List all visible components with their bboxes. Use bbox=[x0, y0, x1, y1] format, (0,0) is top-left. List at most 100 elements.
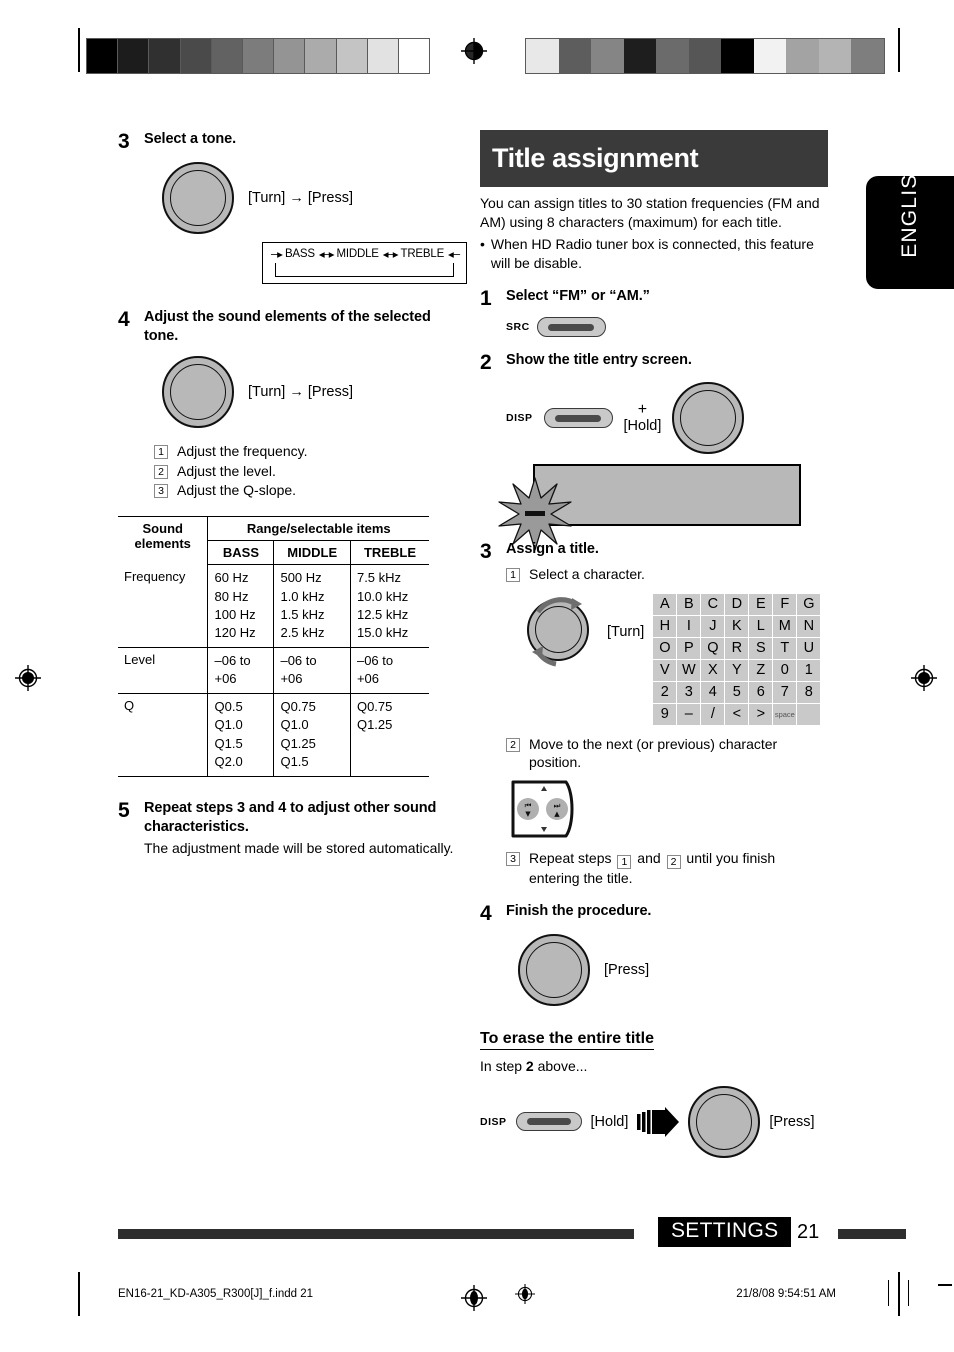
char-cell-G[interactable]: G bbox=[797, 593, 821, 615]
char-cell-3[interactable]: 3 bbox=[677, 681, 701, 703]
char-cell->[interactable]: > bbox=[749, 703, 773, 725]
char-cell-B[interactable]: B bbox=[677, 593, 701, 615]
step-3-title: Assign a title. bbox=[506, 541, 599, 558]
cell-value: –06 to bbox=[356, 652, 394, 668]
char-cell-N[interactable]: N bbox=[797, 615, 821, 637]
control-knob-icon bbox=[688, 1085, 761, 1158]
char-cell-L[interactable]: L bbox=[749, 615, 773, 637]
char-cell-1[interactable]: 1 bbox=[797, 659, 821, 681]
cell-value: 1.0 kHz bbox=[280, 588, 325, 604]
char-cell-<[interactable]: < bbox=[725, 703, 749, 725]
substep-text: Move to the next (or previous) character… bbox=[529, 735, 778, 771]
char-cell-4[interactable]: 4 bbox=[701, 681, 725, 703]
row-label: Frequency bbox=[118, 564, 208, 648]
substep-text: Repeat steps 1 and 2 until you finish en… bbox=[529, 849, 828, 888]
table-cell: Q0.75 Q1.0 Q1.25 Q1.5 bbox=[273, 693, 351, 777]
crop-mark-tr-v bbox=[898, 28, 900, 72]
char-cell-P[interactable]: P bbox=[677, 637, 701, 659]
control-knob-icon bbox=[672, 382, 745, 455]
bullet-dot: • bbox=[480, 235, 485, 252]
crop-mark-tl-v bbox=[78, 28, 80, 72]
char-cell-U[interactable]: U bbox=[797, 637, 821, 659]
char-cell-7[interactable]: 7 bbox=[773, 681, 797, 703]
char-cell-8[interactable]: 8 bbox=[797, 681, 821, 703]
step-1-number: 1 bbox=[480, 287, 492, 311]
char-cell-2[interactable]: 2 bbox=[653, 681, 677, 703]
table-cell: 500 Hz 1.0 kHz 1.5 kHz 2.5 kHz bbox=[273, 564, 351, 648]
calibration-swatch bbox=[786, 39, 819, 73]
char-cell-Q[interactable]: Q bbox=[701, 637, 725, 659]
step-1-select-band: 1 Select “FM” or “AM.” SRC bbox=[480, 287, 828, 338]
erase-line-step: 2 bbox=[525, 1057, 534, 1074]
char-cell-/[interactable]: / bbox=[701, 703, 725, 725]
char-cell-T[interactable]: T bbox=[773, 637, 797, 659]
char-cell-X[interactable]: X bbox=[701, 659, 725, 681]
step-4-title: Adjust the sound elements of the selecte… bbox=[144, 309, 431, 345]
char-cell-I[interactable]: I bbox=[677, 615, 701, 637]
char-cell-9[interactable]: 9 bbox=[653, 703, 677, 725]
step-1-title: Select “FM” or “AM.” bbox=[506, 288, 650, 305]
sound-elements-table: Sound elements Range/selectable items BA… bbox=[118, 516, 429, 777]
char-cell-J[interactable]: J bbox=[701, 615, 725, 637]
section-banner: Title assignment bbox=[480, 130, 828, 187]
source-file-name: EN16-21_KD-A305_R300[J]_f.indd 21 bbox=[118, 1288, 313, 1300]
disp-button-icon[interactable] bbox=[543, 408, 613, 429]
char-cell-W[interactable]: W bbox=[677, 659, 701, 681]
char-cell-0[interactable]: 0 bbox=[773, 659, 797, 681]
control-knob-icon bbox=[162, 356, 234, 429]
step-4-substep: 2 Adjust the level. bbox=[154, 462, 463, 481]
disp-button-icon[interactable] bbox=[515, 1112, 582, 1132]
right-column: Title assignment You can assign titles t… bbox=[480, 130, 828, 1158]
table-cell: –06 to +06 bbox=[349, 647, 429, 694]
next-step-arrow-icon bbox=[637, 1106, 680, 1137]
char-cell-–[interactable]: – bbox=[677, 703, 701, 725]
step-3-number: 3 bbox=[480, 540, 492, 564]
substep-marker: 1 bbox=[506, 568, 520, 583]
cell-value: Q0.5 bbox=[214, 698, 243, 714]
disp-button-bar bbox=[526, 1118, 571, 1126]
cell-value: 120 Hz bbox=[214, 625, 256, 641]
step-4-substep: 1 Adjust the frequency. bbox=[154, 442, 463, 461]
calibration-swatch bbox=[87, 39, 119, 73]
char-cell-R[interactable]: R bbox=[725, 637, 749, 659]
step-4-press-label: [Press] bbox=[604, 961, 650, 978]
page-footer: SETTINGS 21 bbox=[0, 1217, 954, 1249]
char-cell-M[interactable]: M bbox=[773, 615, 797, 637]
char-cell-E[interactable]: E bbox=[749, 593, 773, 615]
character-grid[interactable]: A B C D E F G H I J K L M N O P Q R S T U V W X Y Z 0 1 2 3 4 5 6 7 8 9– / < >… bbox=[653, 593, 821, 725]
flow-entry-arrow-icon: ─▸ bbox=[271, 249, 283, 261]
char-cell-space[interactable]: space bbox=[773, 703, 797, 725]
char-cell-S[interactable]: S bbox=[749, 637, 773, 659]
section-chip: SETTINGS bbox=[658, 1217, 792, 1247]
step-4-number: 4 bbox=[480, 901, 492, 925]
section-title: Title assignment bbox=[492, 143, 699, 173]
registration-mark-top bbox=[461, 38, 487, 64]
calibration-swatch bbox=[623, 39, 657, 73]
char-cell-K[interactable]: K bbox=[725, 615, 749, 637]
char-cell-A[interactable]: A bbox=[653, 593, 677, 615]
navigation-pad-graphic: ⏮ ▼ ⏭ ▲ bbox=[510, 779, 584, 839]
char-cell-Z[interactable]: Z bbox=[749, 659, 773, 681]
char-cell-Y[interactable]: Y bbox=[725, 659, 749, 681]
footer-rule-left bbox=[118, 1229, 634, 1239]
step-2-number: 2 bbox=[480, 351, 492, 375]
svg-text:⏭: ⏭ bbox=[554, 801, 561, 810]
step-2-show-entry-screen: 2 Show the title entry screen. DISP + [H… bbox=[480, 351, 828, 551]
char-cell-O[interactable]: O bbox=[653, 637, 677, 659]
char-cell-5[interactable]: 5 bbox=[725, 681, 749, 703]
char-cell-H[interactable]: H bbox=[653, 615, 677, 637]
step-3-select-tone: 3 Select a tone. [Turn] → [Press] ─▸ BASS… bbox=[118, 130, 467, 284]
char-cell-D[interactable]: D bbox=[725, 593, 749, 615]
flow-item: MIDDLE bbox=[336, 248, 379, 260]
char-cell-6[interactable]: 6 bbox=[749, 681, 773, 703]
char-cell-V[interactable]: V bbox=[653, 659, 677, 681]
calibration-swatch bbox=[336, 39, 368, 73]
registration-mark-right bbox=[911, 665, 937, 691]
control-knob-icon bbox=[518, 933, 590, 1006]
cell-value: 60 Hz bbox=[214, 570, 249, 586]
char-cell-F[interactable]: F bbox=[773, 593, 797, 615]
char-cell-C[interactable]: C bbox=[701, 593, 725, 615]
src-button-icon[interactable] bbox=[536, 317, 606, 338]
substep-ref-2: 2 bbox=[666, 855, 681, 870]
erase-title-section: To erase the entire title In step 2 abov… bbox=[480, 1010, 828, 1158]
